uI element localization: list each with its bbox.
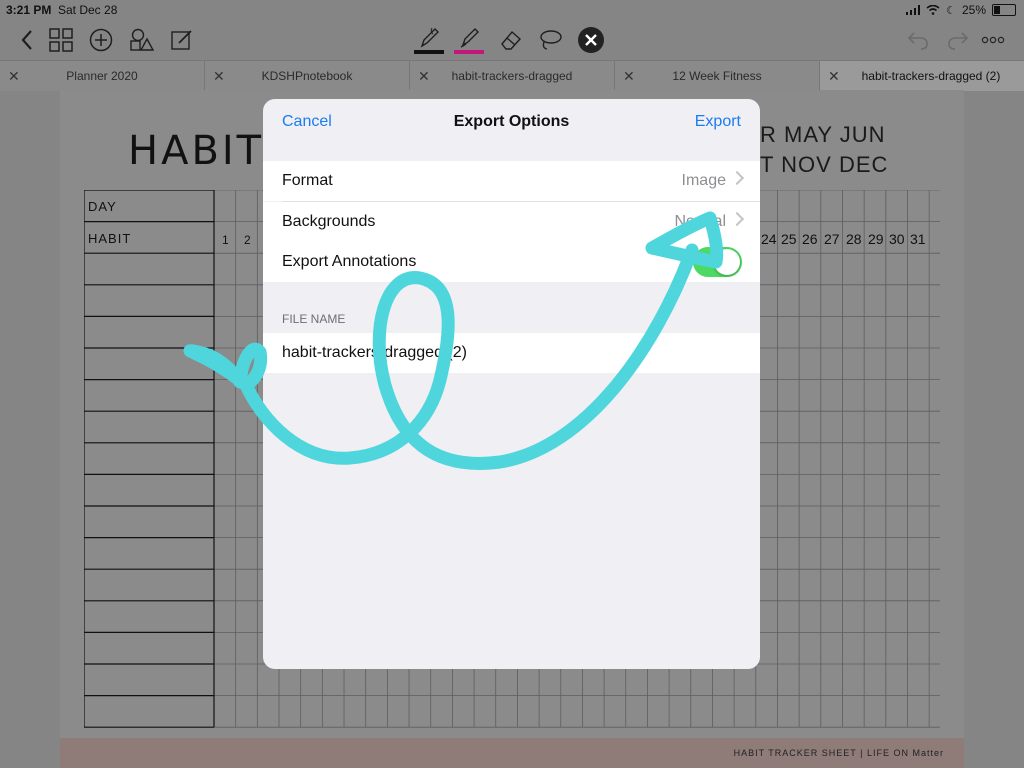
back-chevron-icon[interactable] [16,26,38,54]
close-tab-icon[interactable]: ✕ [418,68,430,85]
dialog-header: Cancel Export Options Export [263,99,760,143]
export-button[interactable]: Export [695,113,741,131]
day-number: 2 [244,233,251,247]
close-circle-icon[interactable] [576,26,606,54]
more-icon[interactable] [980,26,1006,54]
battery-percent: 25% [961,3,986,17]
pen-color-bar [414,50,444,54]
tab-habit-trackers-dragged-2[interactable]: ✕ habit-trackers-dragged (2) [820,61,1024,91]
tab-label: habit-trackers-dragged [451,69,573,83]
export-annotations-toggle[interactable] [693,247,742,277]
file-name-field[interactable]: habit-trackers-dragged (2) [282,344,467,362]
edit-icon[interactable] [170,26,194,54]
redo-icon[interactable] [944,26,972,54]
lasso-icon[interactable] [536,26,564,54]
backgrounds-label: Backgrounds [282,213,376,230]
status-date: Sat Dec 28 [58,3,118,17]
highlighter-tool[interactable] [454,26,484,54]
status-time: 3:21 PM [6,3,52,17]
backgrounds-row[interactable]: Backgrounds Normal [263,202,760,242]
tab-habit-trackers-dragged[interactable]: ✕ habit-trackers-dragged [410,61,615,91]
export-options-dialog: Cancel Export Options Export Format Imag… [263,99,760,669]
footer-text: HABIT TRACKER SHEET | LIFE ON Matter [733,748,944,758]
backgrounds-value: Normal [674,213,726,230]
grid-day-label: DAY [88,199,117,214]
months-line-2: T NOV DEC [760,152,889,177]
status-right: ☾ 25% [906,3,1016,17]
tab-12-week-fitness[interactable]: ✕ 12 Week Fitness [615,61,820,91]
grid-icon[interactable] [48,26,74,54]
chevron-right-icon [729,170,745,186]
export-annotations-row: Export Annotations [263,242,760,282]
close-tab-icon[interactable]: ✕ [213,68,225,85]
undo-icon[interactable] [904,26,932,54]
tab-planner-2020[interactable]: ✕ Planner 2020 [0,61,205,91]
add-icon[interactable] [88,26,114,54]
tab-kdshpnotebook[interactable]: ✕ KDSHPnotebook [205,61,410,91]
pen-icon [420,27,439,48]
status-bar: 3:21 PM Sat Dec 28 ☾ 25% [0,0,1024,20]
day-number: 31 [910,231,926,247]
tab-bar: ✕ Planner 2020 ✕ KDSHPnotebook ✕ habit-t… [0,60,1024,91]
months-line-1: R MAY JUN [760,122,886,147]
close-tab-icon[interactable]: ✕ [8,68,20,85]
file-name-header: FILE NAME [282,312,346,326]
toolbar [0,20,1024,60]
day-number: 24 [761,231,777,247]
file-name-row[interactable]: habit-trackers-dragged (2) [263,333,760,373]
day-number: 29 [868,231,884,247]
page-footer: HABIT TRACKER SHEET | LIFE ON Matter [60,738,964,768]
pen-tool[interactable] [414,26,444,54]
highlighter-icon [460,28,479,48]
moon-icon: ☾ [946,4,956,17]
day-number: 25 [781,231,797,247]
day-number: 30 [889,231,905,247]
tab-label: Planner 2020 [66,69,138,83]
day-number: 28 [846,231,862,247]
format-row[interactable]: Format Image [263,161,760,201]
tab-label: habit-trackers-dragged (2) [861,69,1001,83]
shapes-icon[interactable] [128,26,156,54]
wifi-icon [926,5,940,15]
signal-icon [906,5,921,15]
chevron-right-icon [729,211,745,227]
day-number: 27 [824,231,840,247]
battery-icon [992,4,1016,16]
close-tab-icon[interactable]: ✕ [623,68,635,85]
dialog-title: Export Options [453,113,570,130]
close-tab-icon[interactable]: ✕ [828,68,840,85]
day-number: 26 [802,231,818,247]
grid-habit-label: HABIT [88,231,131,246]
eraser-icon[interactable] [498,26,524,54]
format-value: Image [681,172,726,189]
tab-label: KDSHPnotebook [261,69,353,83]
export-annotations-label: Export Annotations [282,253,417,270]
tab-label: 12 Week Fitness [672,69,762,83]
highlighter-color-bar [454,50,484,54]
day-number: 1 [222,233,229,247]
format-label: Format [282,172,333,189]
page-title: HABIT [128,128,265,174]
